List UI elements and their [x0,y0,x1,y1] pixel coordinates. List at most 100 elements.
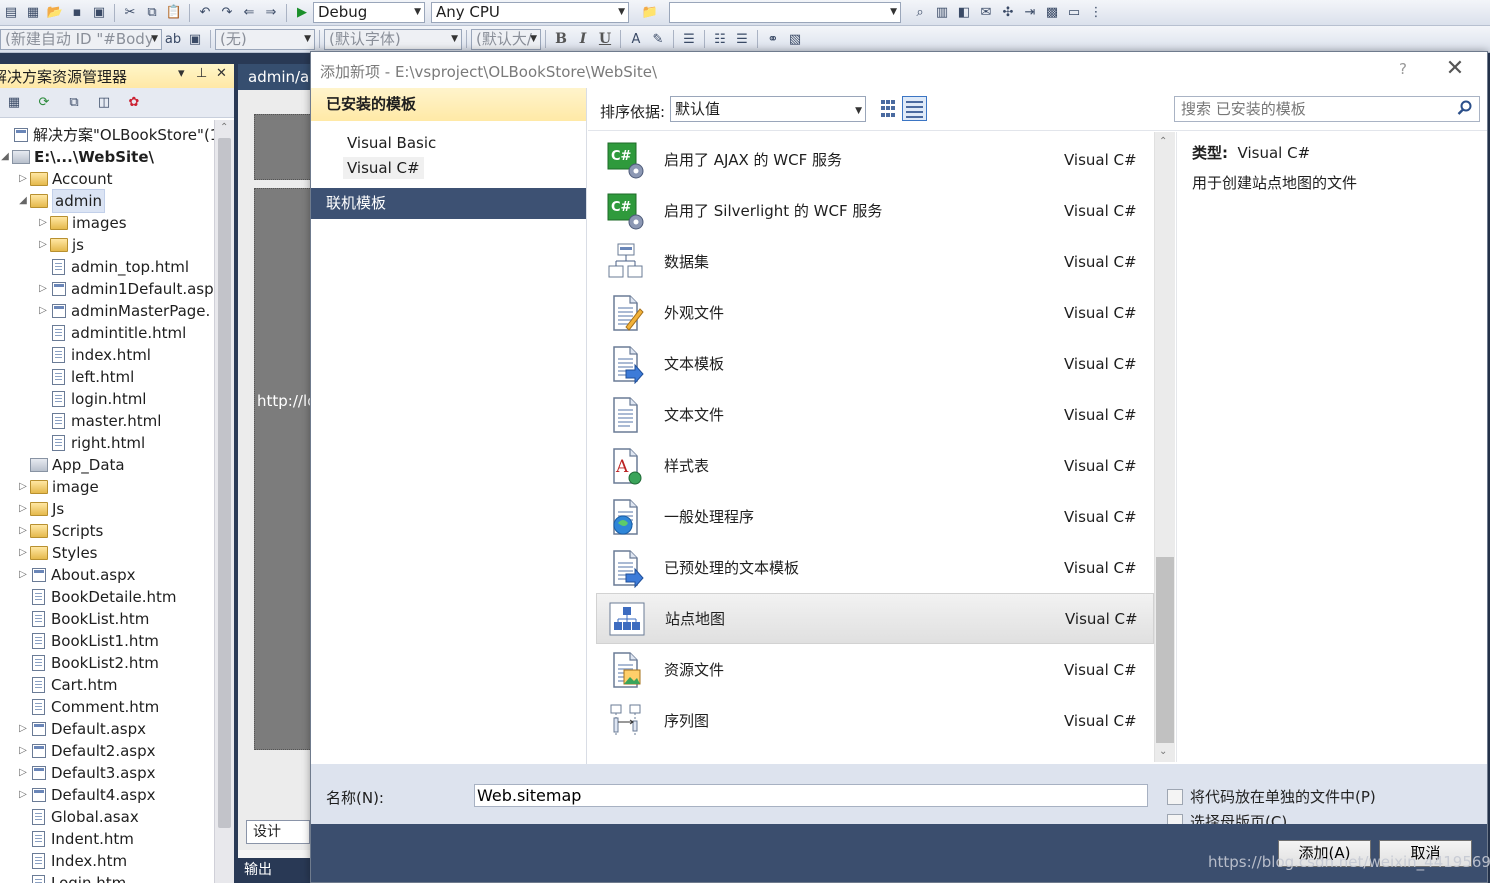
tree-item[interactable]: ▷ images [36,212,126,234]
expand-toggle-icon[interactable]: ◢ [16,190,30,212]
tree-item[interactable]: ▷ js [36,234,84,256]
properties-icon[interactable]: ▥ [932,4,952,22]
template-item[interactable]: 一般处理程序 Visual C# [596,491,1154,542]
online-templates-header[interactable]: 联机模板 [311,188,586,219]
template-item[interactable]: 数据集 Visual C# [596,236,1154,287]
sort-combo[interactable]: 默认值 ▼ [670,96,866,122]
design-view-tab[interactable]: 设计 [246,820,310,844]
template-item[interactable]: A 样式表 Visual C# [596,440,1154,491]
undo-icon[interactable]: ↶ [195,4,215,22]
tree-item[interactable]: ◢ admin [16,189,105,213]
expand-toggle-icon[interactable]: ▷ [16,476,30,498]
template-item[interactable]: 外观文件 Visual C# [596,287,1154,338]
scrollbar-thumb[interactable] [218,138,231,828]
expand-toggle-icon[interactable]: ▷ [36,212,50,234]
redo-icon[interactable]: ↷ [217,4,237,22]
view-designer-icon[interactable]: ◫ [93,93,115,113]
tree-item[interactable]: ▷ Styles [16,542,97,564]
template-item[interactable]: 文本文件 Visual C# [596,389,1154,440]
expand-toggle-icon[interactable]: ◢ [0,146,12,168]
paste-icon[interactable]: 📋 [164,4,184,22]
template-item[interactable]: 资源文件 Visual C# [596,644,1154,695]
bullets-icon[interactable]: ☷ [710,30,730,48]
tree-item[interactable]: BookList.htm [16,608,149,630]
save-icon[interactable]: ▪ [67,4,87,22]
expand-toggle-icon[interactable]: ▷ [16,762,30,784]
tree-item[interactable]: login.html [36,388,146,410]
tree-item[interactable]: ▷ Default4.aspx [16,784,155,806]
template-item[interactable]: 序列图 Visual C# [596,695,1154,746]
tree-item[interactable]: ▷ About.aspx [16,564,135,586]
tree-item[interactable]: master.html [36,410,161,432]
navigate-back-icon[interactable]: ⇐ [239,4,259,22]
copy-website-icon[interactable]: ✿ [123,93,145,113]
tree-item[interactable]: ◢ E:\...\WebSite\ [0,146,154,168]
expand-toggle-icon[interactable]: ▷ [36,300,50,322]
tree-item[interactable]: ▷ admin1Default.asp: [36,278,219,300]
solution-platform-combo[interactable]: Any CPU ▼ [431,2,629,23]
template-list-scrollbar[interactable]: ⌃ ⌄ [1154,132,1175,762]
highlight-icon[interactable]: ✎ [648,30,668,48]
start-page-icon[interactable]: ⇥ [1020,4,1040,22]
style-builder-icon[interactable]: ▣ [185,30,205,48]
tree-item[interactable]: ▷ Default2.aspx [16,740,155,762]
tree-item[interactable]: Index.htm [16,850,127,872]
tree-item[interactable]: App_Data [16,454,125,476]
copy-icon[interactable]: ⧉ [142,4,162,22]
category-visual-basic[interactable]: Visual Basic [343,132,440,154]
pin-icon[interactable]: ⊥ [196,66,207,81]
help-button[interactable]: ? [1399,60,1407,78]
output-tab[interactable]: 输出 [238,858,318,883]
format-icon[interactable]: ▧ [785,30,805,48]
template-item[interactable]: 文本模板 Visual C# [596,338,1154,389]
tools-icon[interactable]: ✣ [998,4,1018,22]
apply-style-icon[interactable]: ab [163,30,183,48]
expand-toggle-icon[interactable]: ▷ [36,234,50,256]
tree-item[interactable]: ▷ image [16,476,99,498]
scrollbar-thumb[interactable] [1156,557,1174,743]
new-project-icon[interactable]: ▤ [1,4,21,22]
save-all-icon[interactable]: ▣ [89,4,109,22]
scroll-up-icon[interactable]: ⌃ [1159,136,1167,147]
expand-toggle-icon[interactable]: ▷ [36,278,50,300]
tree-item[interactable]: admin_top.html [36,256,189,278]
list-view-icon[interactable] [902,96,927,121]
installed-templates-header[interactable]: 已安装的模板 [311,88,586,121]
bold-button[interactable]: B [550,31,572,47]
tree-item[interactable]: ▷ Default.aspx [16,718,146,740]
expand-toggle-icon[interactable]: ▷ [16,168,30,190]
find-in-files-icon[interactable]: 📁 [640,4,660,22]
name-input[interactable] [474,784,1148,807]
align-icon[interactable]: ☰ [679,30,699,48]
separate-code-option[interactable]: 将代码放在单独的文件中(P) [1167,786,1376,807]
font-color-icon[interactable]: A [626,30,646,48]
tree-item[interactable]: ▷ adminMasterPage. [36,300,210,322]
scroll-down-icon[interactable]: ⌄ [1159,746,1167,757]
command-window-icon[interactable]: ▭ [1064,4,1084,22]
expand-toggle-icon[interactable]: ▷ [16,740,30,762]
tree-item[interactable]: BookDetaile.htm [16,586,177,608]
chevron-down-icon[interactable]: ▾ [178,66,185,81]
tree-item[interactable]: index.html [36,344,151,366]
tree-item[interactable]: left.html [36,366,134,388]
tree-item[interactable]: BookList2.htm [16,652,159,674]
navigate-forward-icon[interactable]: ⇒ [261,4,281,22]
toolbox-icon[interactable]: ✉ [976,4,996,22]
tree-item[interactable]: BookList1.htm [16,630,159,652]
object-browser-icon[interactable]: ◧ [954,4,974,22]
small-icons-view-icon[interactable] [878,97,898,121]
tree-item[interactable]: 解决方案"OLBookStore"(1 ↗ [0,124,234,146]
tree-item[interactable]: Global.asax [16,806,139,828]
font-size-combo[interactable]: (默认大/▼ [471,28,541,50]
target-rule-combo[interactable]: (新建自动 ID "#Body ▼ [0,28,162,50]
cut-icon[interactable]: ✂ [120,4,140,22]
tree-item[interactable]: admintitle.html [36,322,186,344]
expand-toggle-icon[interactable]: ▷ [16,784,30,806]
find-icon[interactable]: ⌕ [910,4,930,22]
open-file-icon[interactable]: 📂 [45,4,65,22]
expand-toggle-icon[interactable]: ▷ [16,542,30,564]
underline-button[interactable]: U [594,31,616,47]
tree-item[interactable]: Cart.htm [16,674,117,696]
tree-item[interactable]: Indent.htm [16,828,134,850]
close-button[interactable]: ✕ [1443,56,1467,81]
